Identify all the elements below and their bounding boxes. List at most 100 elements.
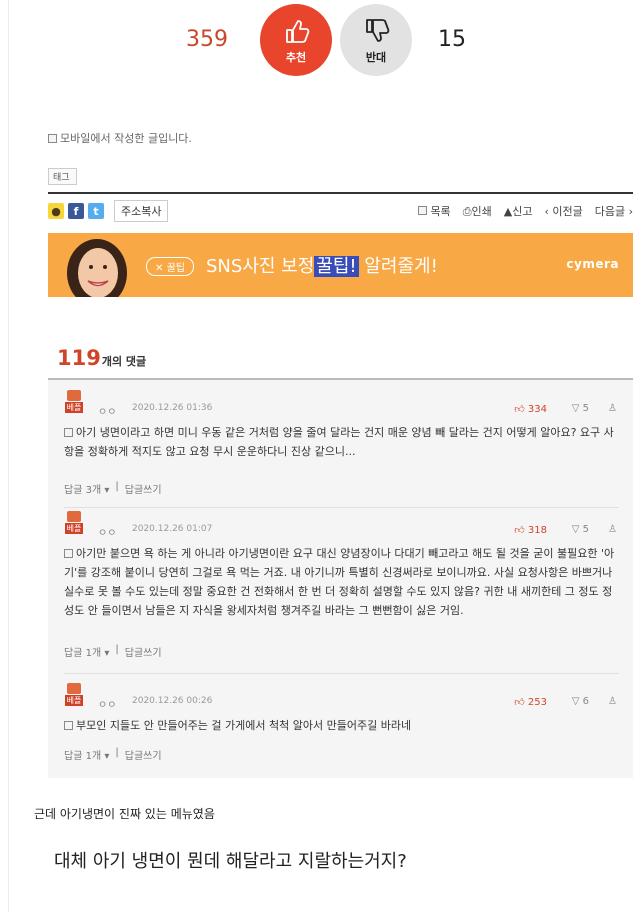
- best-badge-text: 베플: [64, 402, 84, 413]
- thumbs-down-icon: ▽: [571, 403, 580, 414]
- report-label: 신고: [512, 205, 533, 218]
- thumbs-down-icon: ▽: [571, 524, 580, 535]
- comment-like-count: 334: [527, 404, 547, 415]
- report-comment-icon[interactable]: ♙: [608, 696, 617, 707]
- chevron-down-icon: ▾: [104, 751, 110, 762]
- mobile-icon: [64, 721, 73, 730]
- upvote-count: 359: [186, 27, 228, 52]
- replies-count: 답글 1개: [64, 751, 102, 762]
- sparkle-icon: ✕: [155, 263, 167, 274]
- comment-item: 베플 ㅇㅇ 2020.12.26 01:36 👍︎ 334 ▽ 5 ♙ 아기 냉…: [64, 390, 619, 496]
- comment-footer: 답글 1개 ▾ | 답글쓰기: [64, 644, 162, 659]
- best-thumb-icon: [67, 683, 81, 694]
- comment-like-button[interactable]: 👍︎ 253: [514, 696, 547, 708]
- write-reply-link[interactable]: 답글쓰기: [125, 481, 162, 496]
- report-comment-icon[interactable]: ♙: [608, 403, 617, 414]
- replies-toggle[interactable]: 답글 1개 ▾: [64, 644, 109, 659]
- separator: |: [115, 644, 119, 655]
- comments-count: 119: [57, 346, 101, 370]
- comment-footer: 답글 3개 ▾ | 답글쓰기: [64, 481, 162, 496]
- separator: |: [115, 747, 119, 758]
- separator: |: [115, 481, 119, 492]
- comment-footer: 답글 1개 ▾ | 답글쓰기: [64, 747, 162, 762]
- report-comment-icon[interactable]: ♙: [608, 524, 617, 535]
- smiling-woman-image: [67, 239, 127, 297]
- replies-toggle[interactable]: 답글 1개 ▾: [64, 747, 109, 762]
- banner-chip-label: 꿀팁: [166, 263, 185, 274]
- twitter-share-icon[interactable]: t: [88, 203, 104, 219]
- comment-like-button[interactable]: 👍︎ 318: [514, 524, 547, 536]
- comment-text: 부모인 지들도 안 만들어주는 걸 가게에서 척척 알아서 만들어주길 바라네: [76, 719, 412, 732]
- comment-dislike-button[interactable]: ▽ 5: [572, 403, 589, 414]
- comment-author[interactable]: ㅇㅇ: [98, 524, 116, 539]
- best-badge-text: 베플: [64, 695, 84, 706]
- post-nav: 목록 ⎙인쇄 ▲신고 ‹ 이전글 다음글 ›: [417, 203, 633, 219]
- thumbs-down-icon: ▽: [571, 696, 580, 707]
- comment-divider: [64, 507, 619, 508]
- page-edge-line: [8, 0, 9, 912]
- question-text: 대체 아기 냉면이 뭔데 해달라고 지랄하는거지?: [54, 851, 407, 872]
- thumbs-down-icon: [366, 18, 390, 42]
- chevron-down-icon: ▾: [104, 485, 110, 496]
- thumbs-up-icon: [286, 19, 310, 43]
- best-comments-list: 베플 ㅇㅇ 2020.12.26 01:36 👍︎ 334 ▽ 5 ♙ 아기 냉…: [48, 380, 633, 778]
- best-thumb-icon: [67, 511, 81, 522]
- post-divider: [48, 192, 633, 194]
- kakao-share-icon[interactable]: ●: [48, 203, 64, 219]
- mobile-icon: [64, 549, 73, 558]
- best-thumb-icon: [67, 390, 81, 401]
- ad-banner[interactable]: ✕ 꿀팁 SNS사진 보정 꿀팁! 알려줄게! cymera: [48, 233, 633, 297]
- comment-body: 아기 냉면이라고 하면 미니 우동 같은 거처럼 양을 줄여 달라는 건지 매운…: [64, 423, 619, 461]
- comment-like-button[interactable]: 👍︎ 334: [514, 403, 547, 415]
- report-link[interactable]: ▲신고: [504, 203, 533, 219]
- comment-author[interactable]: ㅇㅇ: [98, 696, 116, 711]
- list-link[interactable]: 목록: [417, 203, 451, 219]
- write-reply-link[interactable]: 답글쓰기: [125, 747, 162, 762]
- mobile-note-text: 모바일에서 작성한 글입니다.: [60, 132, 192, 145]
- comment-dislike-count: 6: [582, 696, 589, 707]
- print-icon: ⎙: [462, 205, 472, 218]
- downvote-button[interactable]: 반대: [340, 4, 412, 76]
- copy-address-button[interactable]: 주소복사: [114, 200, 169, 222]
- tag-label[interactable]: 태그: [48, 168, 77, 185]
- print-label: 인쇄: [471, 205, 492, 218]
- comment-item: 베플 ㅇㅇ 2020.12.26 00:26 👍︎ 253 ▽ 6 ♙ 부모인 …: [64, 683, 619, 768]
- comment-divider: [64, 673, 619, 674]
- comment-dislike-button[interactable]: ▽ 5: [572, 524, 589, 535]
- comment-like-count: 318: [527, 525, 547, 536]
- banner-text-after: 알려줄게!: [358, 256, 438, 277]
- comment-dislike-count: 5: [582, 524, 589, 535]
- write-reply-link[interactable]: 답글쓰기: [125, 644, 162, 659]
- thumbs-up-icon: 👍︎: [514, 525, 525, 536]
- comment-item: 베플 ㅇㅇ 2020.12.26 01:07 👍︎ 318 ▽ 5 ♙ 아기만 …: [64, 511, 619, 661]
- comment-date: 2020.12.26 01:07: [132, 524, 213, 534]
- downvote-count: 15: [438, 27, 466, 52]
- chevron-down-icon: ▾: [104, 648, 110, 659]
- comment-author[interactable]: ㅇㅇ: [98, 403, 116, 418]
- mobile-note: 모바일에서 작성한 글입니다.: [48, 130, 192, 146]
- comment-body: 아기만 붙으면 욕 하는 게 아니라 아기냉면이란 요구 대신 양념장이나 다대…: [64, 544, 619, 620]
- best-comment-badge: 베플: [64, 511, 84, 535]
- thumbs-up-icon: 👍︎: [514, 404, 525, 415]
- banner-brand-logo: cymera: [566, 257, 619, 271]
- comment-dislike-button[interactable]: ▽ 6: [572, 696, 589, 707]
- facebook-share-icon[interactable]: f: [68, 203, 84, 219]
- post-toolbar: ● f t 주소복사 목록 ⎙인쇄 ▲신고 ‹ 이전글 다음글 ›: [48, 200, 633, 222]
- upvote-button[interactable]: 추천: [260, 4, 332, 76]
- prev-post-link[interactable]: ‹ 이전글: [544, 203, 582, 219]
- comment-dislike-count: 5: [582, 403, 589, 414]
- mobile-icon: [48, 133, 57, 143]
- best-comment-badge: 베플: [64, 683, 84, 707]
- comments-count-label: 개의 댓글: [101, 355, 147, 368]
- thumbs-up-icon: 👍︎: [514, 697, 525, 708]
- comment-date: 2020.12.26 00:26: [132, 696, 213, 706]
- print-link[interactable]: ⎙인쇄: [463, 203, 492, 219]
- comment-text: 아기 냉면이라고 하면 미니 우동 같은 거처럼 양을 줄여 달라는 건지 매운…: [64, 426, 614, 458]
- replies-toggle[interactable]: 답글 3개 ▾: [64, 481, 109, 496]
- banner-text-before: SNS사진 보정: [206, 256, 315, 277]
- banner-text-highlight: 꿀팁!: [314, 256, 359, 277]
- report-icon: ▲: [503, 205, 513, 218]
- next-post-link[interactable]: 다음글 ›: [595, 203, 633, 219]
- caption-text: 근데 아기냉면이 진짜 있는 메뉴였음: [34, 807, 215, 821]
- list-label: 목록: [430, 205, 451, 218]
